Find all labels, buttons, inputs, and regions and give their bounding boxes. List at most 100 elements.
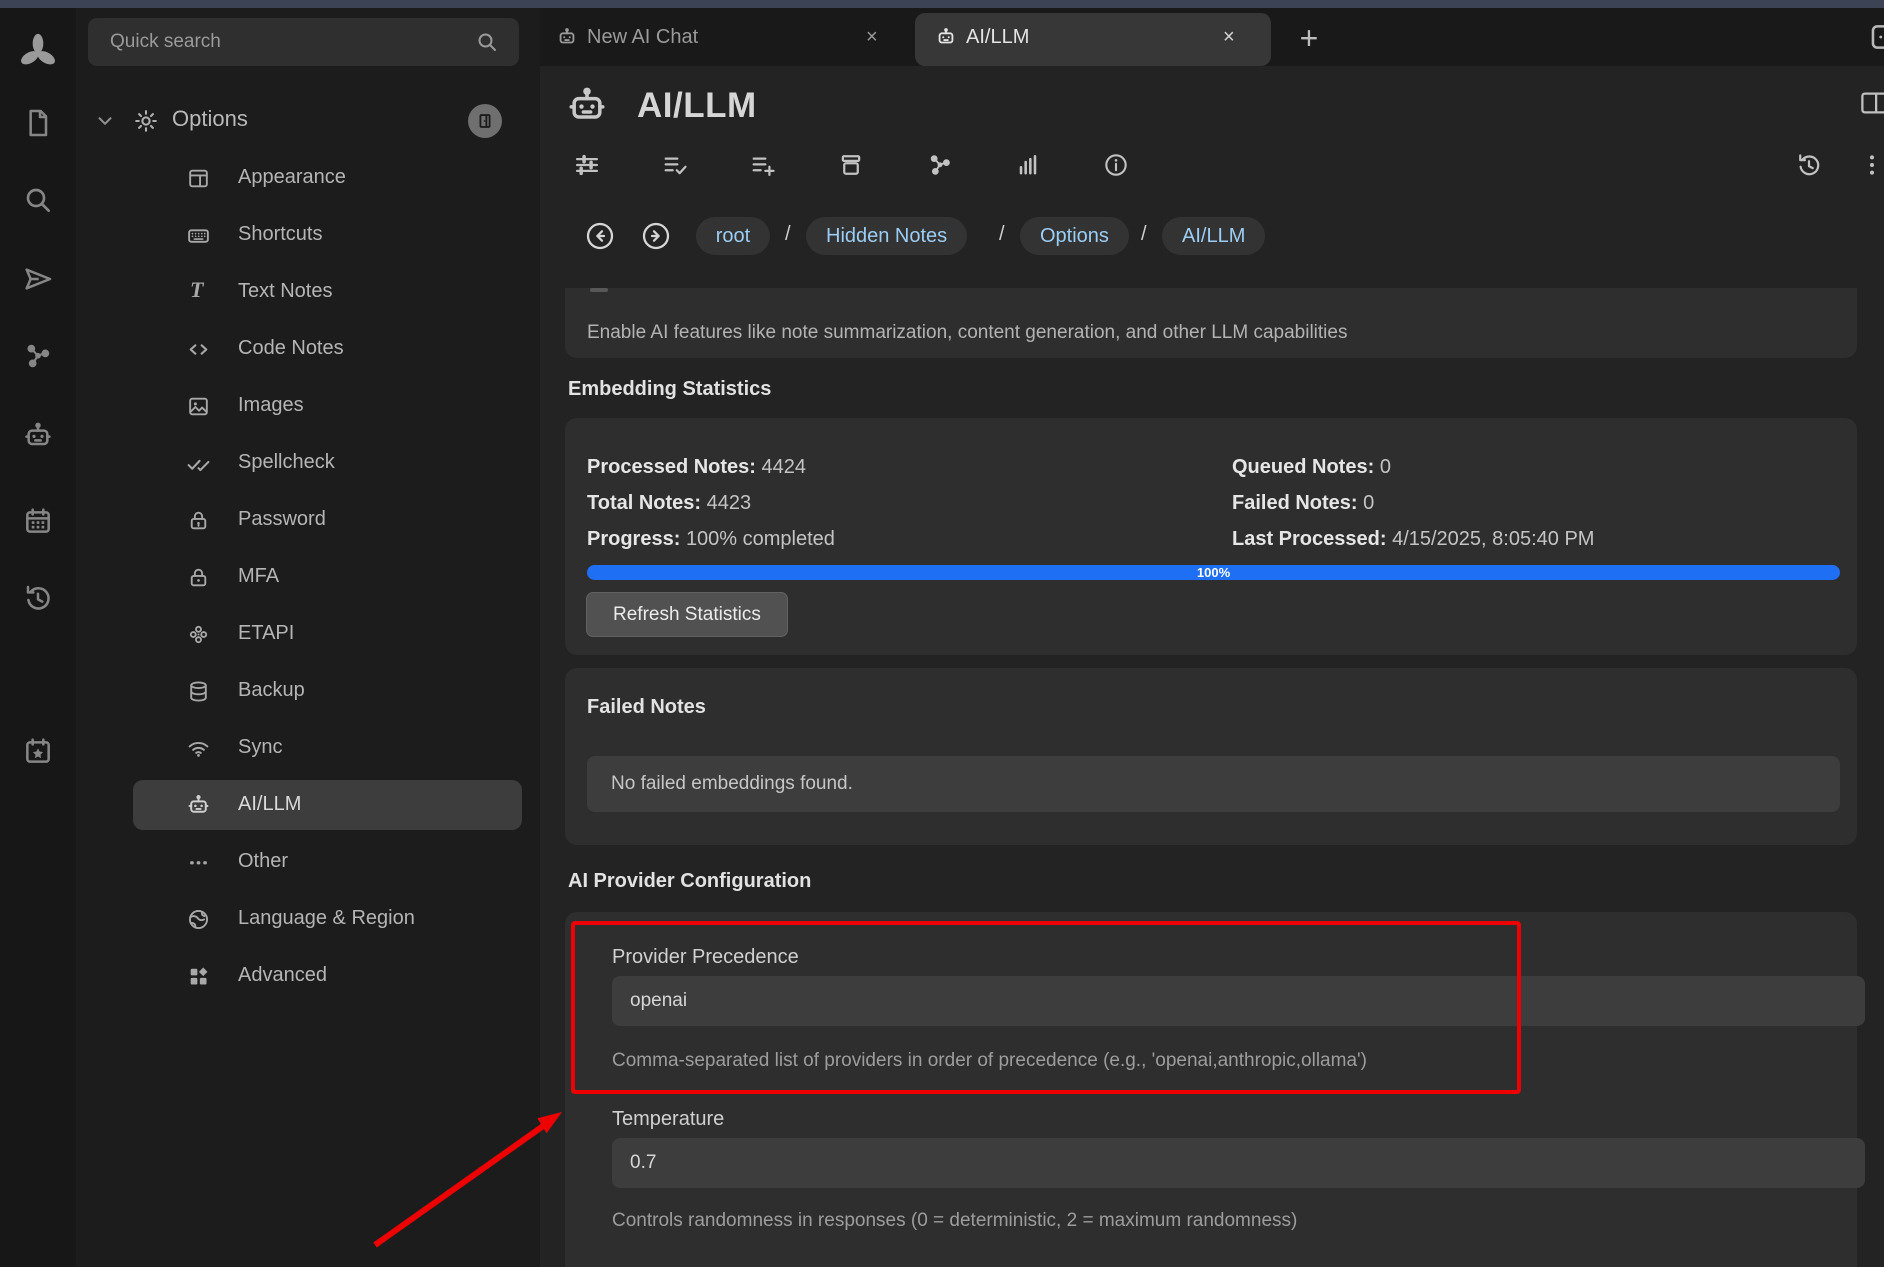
failed-notes-empty-box: No failed embeddings found. xyxy=(587,756,1840,812)
search-icon[interactable] xyxy=(16,178,60,222)
tab-new-ai-chat[interactable]: New AI Chat × xyxy=(556,8,896,66)
code-icon xyxy=(186,337,211,367)
tab-label[interactable]: New AI Chat xyxy=(587,26,698,49)
dots-icon xyxy=(186,850,211,880)
note-info-box-icon[interactable] xyxy=(837,151,865,184)
tree-item-ai-llm[interactable]: AI/LLM xyxy=(76,785,540,825)
note-revisions-icon[interactable] xyxy=(1795,151,1823,184)
embedding-statistics-heading: Embedding Statistics xyxy=(568,378,771,401)
last-processed-stat: Last Processed: 4/15/2025, 8:05:40 PM xyxy=(1232,528,1594,551)
breadcrumb-separator: / xyxy=(785,223,791,246)
tree-item-mfa[interactable]: MFA xyxy=(76,557,540,597)
keyboard-icon xyxy=(186,223,211,253)
close-icon[interactable]: × xyxy=(866,26,878,49)
failed-notes-stat: Failed Notes: 0 xyxy=(1232,492,1374,515)
note-title[interactable]: AI/LLM xyxy=(637,86,757,126)
progress-stat: Progress: 100% completed xyxy=(587,528,835,551)
embedding-statistics-card: Processed Notes: 4424 Total Notes: 4423 … xyxy=(565,418,1857,655)
toggle-remnant xyxy=(590,288,608,292)
today-note-icon[interactable] xyxy=(16,729,60,773)
globe-icon xyxy=(186,907,211,937)
jump-to-note-icon[interactable] xyxy=(16,257,60,301)
trilium-app-window: Options Appearance Shortcuts T Text Note… xyxy=(0,0,1884,1267)
text-icon: T xyxy=(190,277,203,303)
failed-notes-heading: Failed Notes xyxy=(587,696,706,719)
exit-options-button[interactable] xyxy=(468,104,502,138)
tree-item-code-notes[interactable]: Code Notes xyxy=(76,329,540,369)
basic-properties-icon[interactable] xyxy=(573,151,601,184)
api-icon xyxy=(186,622,211,652)
similar-notes-icon[interactable] xyxy=(926,151,954,184)
ai-chat-icon[interactable] xyxy=(16,414,60,458)
database-icon xyxy=(186,679,211,709)
tab-ai-llm-active[interactable]: AI/LLM × xyxy=(935,8,1251,66)
recent-changes-icon[interactable] xyxy=(16,576,60,620)
tree-item-text-notes[interactable]: T Text Notes xyxy=(76,272,540,312)
ribbon-toolbar xyxy=(540,144,1884,190)
breadcrumb-root[interactable]: root xyxy=(696,217,770,255)
robot-icon xyxy=(556,26,578,48)
note-paths-icon[interactable] xyxy=(1014,151,1042,184)
tree-item-images[interactable]: Images xyxy=(76,386,540,426)
tree-item-backup[interactable]: Backup xyxy=(76,671,540,711)
robot-icon xyxy=(186,793,211,823)
ai-features-description: Enable AI features like note summarizati… xyxy=(587,322,1347,344)
wifi-icon xyxy=(186,736,211,766)
ai-provider-configuration-heading: AI Provider Configuration xyxy=(568,870,811,893)
processed-notes-stat: Processed Notes: 4424 xyxy=(587,456,806,479)
tree-item-etapi[interactable]: ETAPI xyxy=(76,614,540,654)
tree-item-password[interactable]: Password xyxy=(76,500,540,540)
breadcrumb-hidden-notes[interactable]: Hidden Notes xyxy=(806,217,967,255)
promoted-attributes-icon[interactable] xyxy=(749,151,777,184)
new-note-icon[interactable] xyxy=(16,101,60,145)
owned-attributes-icon[interactable] xyxy=(661,151,689,184)
kebab-menu-icon[interactable] xyxy=(1858,151,1884,184)
nav-back-icon[interactable] xyxy=(584,220,616,252)
temperature-label: Temperature xyxy=(612,1108,724,1131)
tree-item-other[interactable]: Other xyxy=(76,842,540,882)
spellcheck-icon xyxy=(186,451,211,481)
info-icon[interactable] xyxy=(1102,151,1130,184)
tree-item-spellcheck[interactable]: Spellcheck xyxy=(76,443,540,483)
note-map-icon[interactable] xyxy=(16,334,60,378)
close-icon[interactable]: × xyxy=(1223,26,1235,49)
lock-icon xyxy=(186,565,211,595)
tree-item-shortcuts[interactable]: Shortcuts xyxy=(76,215,540,255)
image-icon xyxy=(186,394,211,424)
tree-root-options[interactable]: Options xyxy=(76,94,540,148)
refresh-statistics-button[interactable]: Refresh Statistics xyxy=(586,592,788,637)
total-notes-stat: Total Notes: 4423 xyxy=(587,492,751,515)
temperature-input[interactable] xyxy=(612,1138,1865,1188)
tree-item-appearance[interactable]: Appearance xyxy=(76,158,540,198)
trilium-logo xyxy=(16,31,60,75)
calendar-icon[interactable] xyxy=(16,499,60,543)
nav-forward-icon[interactable] xyxy=(640,220,672,252)
search-icon[interactable] xyxy=(475,30,499,59)
gear-icon xyxy=(132,107,160,140)
tree-item-language-region[interactable]: Language & Region xyxy=(76,899,540,939)
progress-percent-label: 100% xyxy=(587,565,1840,580)
window-titlebar xyxy=(0,0,1884,8)
chevron-down-icon[interactable] xyxy=(94,110,116,137)
tree-item-sync[interactable]: Sync xyxy=(76,728,540,768)
breadcrumb-ai-llm[interactable]: AI/LLM xyxy=(1162,217,1265,255)
layout-icon xyxy=(186,166,211,196)
window-pane-icon[interactable] xyxy=(1868,20,1884,59)
lock-icon xyxy=(186,508,211,538)
embedding-progress-bar: 100% xyxy=(587,565,1840,580)
breadcrumb-options[interactable]: Options xyxy=(1020,217,1129,255)
failed-notes-empty-message: No failed embeddings found. xyxy=(611,773,853,795)
toggle-right-pane-icon[interactable] xyxy=(1858,88,1884,123)
breadcrumb: root / Hidden Notes / Options / AI/LLM xyxy=(540,214,1884,262)
robot-icon xyxy=(935,26,957,48)
quick-search-input[interactable] xyxy=(88,18,519,66)
new-tab-button[interactable]: + xyxy=(1292,20,1326,57)
queued-notes-stat: Queued Notes: 0 xyxy=(1232,456,1391,479)
tree-item-advanced[interactable]: Advanced xyxy=(76,956,540,996)
annotation-arrow xyxy=(330,1080,620,1267)
robot-icon xyxy=(565,84,609,133)
tree-root-label[interactable]: Options xyxy=(172,106,248,132)
tab-bar: New AI Chat × AI/LLM × + xyxy=(540,8,1884,66)
failed-notes-card: Failed Notes No failed embeddings found. xyxy=(565,668,1857,845)
tab-label[interactable]: AI/LLM xyxy=(966,26,1029,49)
